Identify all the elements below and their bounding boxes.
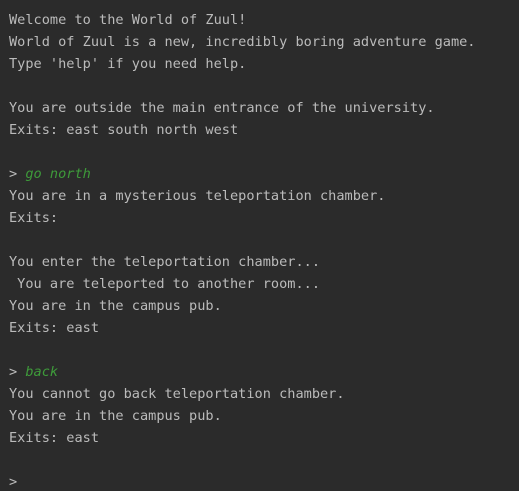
prompt-symbol: > [9, 474, 18, 490]
prompt-symbol: > [9, 364, 18, 380]
exits-line: Exits: [9, 210, 59, 226]
exits-line: Exits: east south north west [9, 122, 239, 138]
user-command: go north [25, 166, 91, 182]
help-hint-line: Type 'help' if you need help. [9, 56, 247, 72]
prompt-symbol: > [9, 166, 18, 182]
location-line: You are in a mysterious teleportation ch… [9, 188, 386, 204]
location-line: You are in the campus pub. [9, 298, 222, 314]
intro-line: World of Zuul is a new, incredibly borin… [9, 34, 476, 50]
console-output[interactable]: Welcome to the World of Zuul! World of Z… [0, 0, 519, 491]
location-line: You are outside the main entrance of the… [9, 100, 435, 116]
user-command: back [25, 364, 59, 380]
command-line: > back [9, 361, 519, 383]
message-line: You enter the teleportation chamber... [9, 254, 320, 270]
input-prompt-line[interactable]: > [9, 471, 519, 491]
exits-line: Exits: east [9, 430, 100, 446]
location-line: You are in the campus pub. [9, 408, 222, 424]
command-line: > go north [9, 163, 519, 185]
message-line: You cannot go back teleportation chamber… [9, 386, 345, 402]
message-line: You are teleported to another room... [9, 276, 320, 292]
exits-line: Exits: east [9, 320, 100, 336]
welcome-line: Welcome to the World of Zuul! [9, 12, 247, 28]
